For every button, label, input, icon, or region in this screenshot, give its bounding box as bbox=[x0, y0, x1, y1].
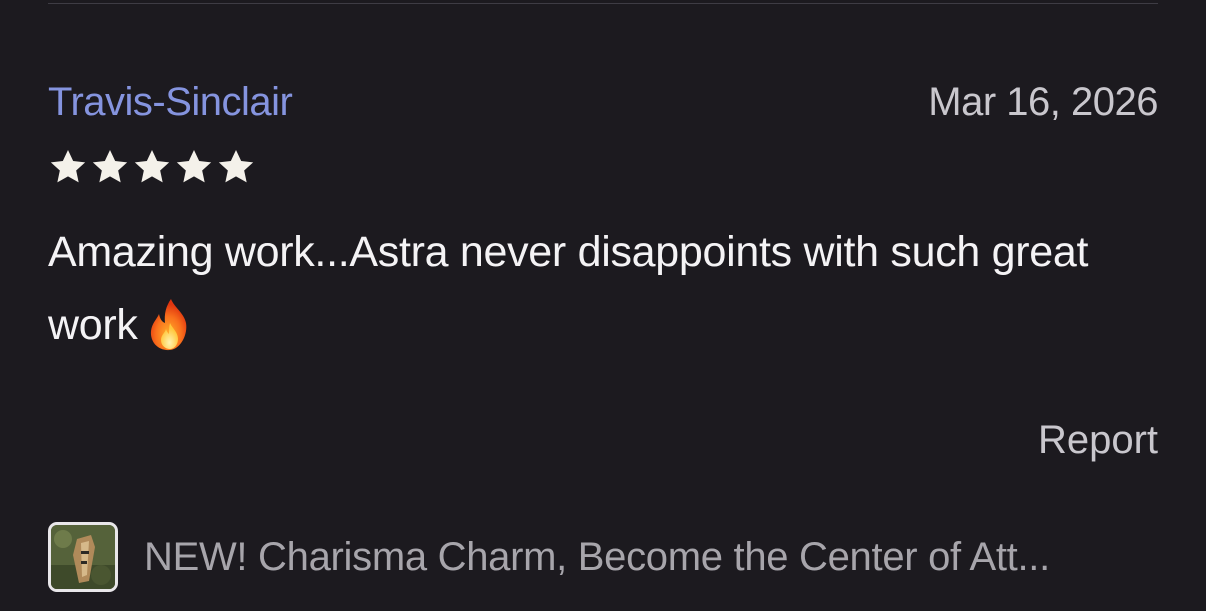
star-icon bbox=[174, 147, 214, 187]
star-icon bbox=[48, 147, 88, 187]
review-header: Travis-Sinclair Mar 16, 2026 bbox=[48, 80, 1158, 128]
report-row: Report bbox=[1038, 418, 1158, 463]
review: Travis-Sinclair Mar 16, 2026 Amazing wor… bbox=[48, 80, 1158, 362]
star-rating bbox=[48, 146, 1158, 188]
review-text: Amazing work...Astra never disappoints w… bbox=[48, 228, 1089, 349]
divider bbox=[48, 3, 1158, 4]
star-icon bbox=[90, 147, 130, 187]
review-card: Travis-Sinclair Mar 16, 2026 Amazing wor… bbox=[0, 0, 1206, 611]
star-icon bbox=[216, 147, 256, 187]
product-title[interactable]: NEW! Charisma Charm, Become the Center o… bbox=[144, 535, 1050, 580]
fire-icon bbox=[144, 297, 196, 353]
reviewer-name-link[interactable]: Travis-Sinclair bbox=[48, 80, 293, 125]
star-icon bbox=[132, 147, 172, 187]
product-row[interactable]: NEW! Charisma Charm, Become the Center o… bbox=[48, 522, 1158, 592]
product-thumbnail[interactable] bbox=[48, 522, 118, 592]
review-body: Amazing work...Astra never disappoints w… bbox=[48, 216, 1158, 362]
review-date: Mar 16, 2026 bbox=[928, 80, 1158, 124]
report-link[interactable]: Report bbox=[1038, 418, 1158, 462]
